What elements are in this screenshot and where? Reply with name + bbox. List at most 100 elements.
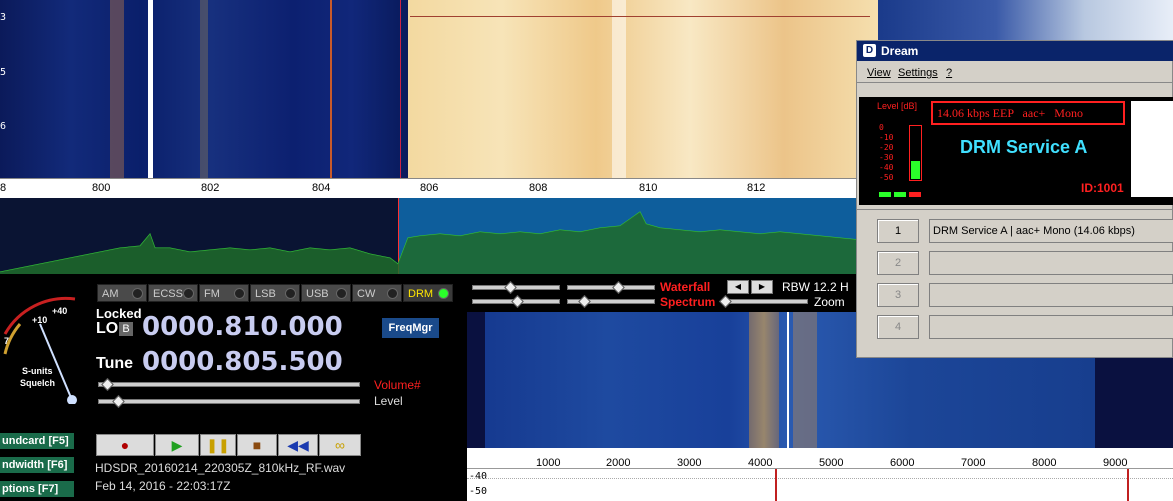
service-name: DRM Service A — [960, 137, 1088, 157]
service-button-3[interactable]: 3 — [877, 283, 919, 307]
grid-line — [467, 478, 1173, 480]
volume-slider[interactable] — [98, 382, 360, 387]
freq-tick-label: 810 — [639, 182, 658, 194]
pause-icon: ❚❚ — [206, 437, 230, 453]
menu-settings[interactable]: Settings — [898, 67, 938, 79]
zoom-slider[interactable] — [724, 299, 808, 304]
mode-cw-button[interactable]: CW — [352, 284, 402, 302]
level-scale-50: -50 — [879, 173, 894, 182]
top-frequency-axis[interactable]: 8 800 802 804 806 808 810 812 — [0, 178, 860, 199]
spectrum-slider-2-thumb[interactable] — [578, 295, 591, 308]
loop-icon: ∞ — [335, 437, 345, 453]
mode-fm-button[interactable]: FM — [199, 284, 249, 302]
menu-help[interactable]: ? — [946, 67, 952, 79]
freq-tick-label: 8 — [0, 182, 7, 194]
rbw-label: RBW 12.2 H — [782, 280, 849, 294]
loop-button[interactable]: ∞ — [319, 434, 361, 456]
tune-frequency-display[interactable]: 0000.805.500 — [142, 347, 343, 377]
lo-label: LO — [96, 320, 119, 337]
waterfall-carrier-line — [612, 0, 626, 178]
meter-scale-label: +40 — [52, 306, 68, 316]
mode-ecss-button[interactable]: ECSS — [148, 284, 198, 302]
stream-info: 14.06 kbps EEP aac+ Mono — [937, 106, 1083, 120]
level-db-label: Level [dB] — [877, 101, 918, 111]
dream-window[interactable]: D Dream View Settings ? Level [dB] 0 -10… — [856, 40, 1173, 358]
level-meter-fill — [911, 161, 920, 179]
pause-button[interactable]: ❚❚ — [200, 434, 236, 456]
wf-y-label: 3 — [0, 12, 7, 23]
arrow-right-icon: ▶ — [758, 282, 766, 291]
service-button-4[interactable]: 4 — [877, 315, 919, 339]
freq-tick-label: 808 — [529, 182, 548, 194]
play-icon: ▶ — [171, 437, 183, 453]
led-icon — [234, 288, 245, 299]
menu-divider — [857, 82, 1173, 83]
led-icon — [387, 288, 398, 299]
spectrum-trace — [0, 211, 860, 274]
play-button[interactable]: ▶ — [155, 434, 199, 456]
menu-view[interactable]: View — [867, 67, 891, 79]
dream-title-bar[interactable]: D Dream — [857, 41, 1173, 61]
rewind-button[interactable]: ◀◀ — [278, 434, 318, 456]
service-label-1: DRM Service A | aac+ Mono (14.06 kbps) — [929, 219, 1173, 243]
service-id: ID:1001 — [1081, 181, 1124, 195]
spectrum-slider-1-thumb[interactable] — [511, 295, 524, 308]
waterfall-signal-trace — [110, 0, 124, 178]
status-led-green — [879, 192, 891, 197]
lo-b-button[interactable]: B — [119, 322, 133, 336]
waterfall-carrier-line — [148, 0, 153, 178]
waterfall-signal-band — [408, 0, 878, 178]
squelch-label: Squelch — [20, 378, 56, 388]
mode-lsb-button[interactable]: LSB — [250, 284, 300, 302]
waterfall-slider-2-thumb[interactable] — [612, 281, 625, 294]
led-icon — [336, 288, 347, 299]
spectrum-marker — [775, 469, 777, 501]
service-button-2[interactable]: 2 — [877, 251, 919, 275]
freq-tick-label: 802 — [201, 182, 220, 194]
bottom-frequency-axis[interactable]: 1000 2000 3000 4000 5000 6000 7000 8000 … — [467, 448, 1173, 469]
stop-icon: ■ — [252, 437, 262, 453]
soundcard-button[interactable]: undcard [F5] — [0, 433, 74, 449]
waterfall-slider-2[interactable] — [567, 285, 655, 290]
options-button[interactable]: ptions [F7] — [0, 481, 74, 497]
spectrum-label: Spectrum — [660, 295, 716, 309]
playback-filename: HDSDR_20160214_220305Z_810kHz_RF.wav — [95, 461, 346, 475]
dream-display: Level [dB] 0 -10 -20 -30 -40 -50 14.06 k… — [859, 97, 1173, 205]
service-list: 1 DRM Service A | aac+ Mono (14.06 kbps)… — [857, 209, 1173, 360]
top-spectrum[interactable] — [0, 198, 860, 274]
dream-app-icon: D — [863, 44, 876, 57]
waterfall-prev-button[interactable]: ◀ — [727, 280, 749, 294]
mode-usb-button[interactable]: USB — [301, 284, 351, 302]
service-label-4 — [929, 315, 1173, 339]
mode-am-button[interactable]: AM — [97, 284, 147, 302]
bandwidth-button[interactable]: ndwidth [F6] — [0, 457, 74, 473]
led-icon — [285, 288, 296, 299]
stream-info-box: 14.06 kbps EEP aac+ Mono — [931, 101, 1125, 125]
bottom-spectrum[interactable]: -40 -50 — [467, 468, 1173, 501]
waterfall-signal-trace — [793, 312, 817, 448]
service-button-1[interactable]: 1 — [877, 219, 919, 243]
freq-tick-label: 812 — [747, 182, 766, 194]
mode-drm-button[interactable]: DRM — [403, 284, 453, 302]
waterfall-next-button[interactable]: ▶ — [751, 280, 773, 294]
tune-label: Tune — [96, 355, 134, 372]
playback-timestamp: Feb 14, 2016 - 22:03:17Z — [95, 479, 231, 493]
freqmgr-button[interactable]: FreqMgr — [382, 318, 439, 338]
zoom-slider-thumb[interactable] — [719, 295, 732, 308]
waterfall-signal-trace — [749, 312, 779, 448]
meter-label: S-units — [22, 366, 53, 376]
record-icon: ● — [120, 437, 130, 453]
record-button[interactable]: ● — [96, 434, 154, 456]
waterfall-marker-line — [400, 0, 401, 178]
volume-label: Volume# — [374, 378, 421, 392]
freq-tick-label: 806 — [420, 182, 439, 194]
stop-button[interactable]: ■ — [237, 434, 277, 456]
waterfall-marker-line — [330, 0, 332, 178]
level-slider[interactable] — [98, 399, 360, 404]
wf-y-label: 5 — [0, 67, 7, 78]
freq-tick-label: 800 — [92, 182, 111, 194]
rewind-icon: ◀◀ — [287, 437, 309, 453]
waterfall-slider-1-thumb[interactable] — [504, 281, 517, 294]
lo-frequency-display[interactable]: 0000.810.000 — [142, 312, 343, 342]
service-label-2 — [929, 251, 1173, 275]
